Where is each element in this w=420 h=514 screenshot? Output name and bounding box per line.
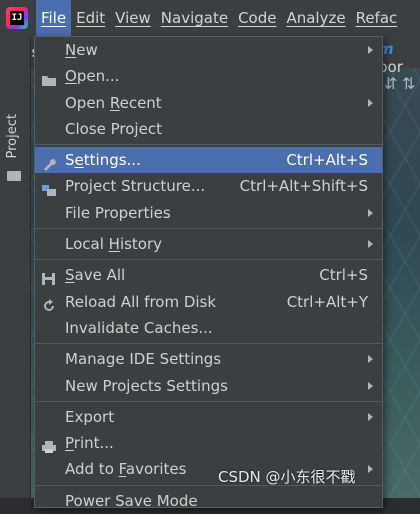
menu-item-print[interactable]: Print...	[35, 430, 382, 456]
menu-separator	[35, 400, 382, 402]
menu-item-open-recent[interactable]: Open Recent	[35, 90, 382, 116]
menu-code[interactable]: Code	[233, 0, 281, 36]
expand-icon[interactable]: ⇵	[384, 74, 397, 93]
file-menu-dropdown: New Open... Open Recent Close Project Settin…	[34, 36, 383, 510]
submenu-arrow-icon	[368, 381, 373, 390]
menu-item-manage-ide-settings[interactable]: Manage IDE Settings	[35, 346, 382, 372]
menu-item-label: New	[65, 41, 98, 59]
menu-item-label: Reload All from Disk	[65, 292, 217, 311]
left-tool-strip: Project	[0, 36, 31, 498]
menu-item-new[interactable]: New	[35, 37, 382, 63]
project-tool-tab[interactable]: Project	[5, 114, 20, 158]
menu-view[interactable]: View	[110, 0, 156, 36]
menu-separator	[35, 343, 382, 345]
menu-item-label: Export	[65, 407, 115, 426]
submenu-arrow-icon	[368, 412, 373, 421]
menu-item-shortcut: Ctrl+Alt+Shift+S	[239, 177, 368, 196]
menu-item-label: Power Save Mode	[65, 491, 198, 510]
menu-item-label: Close Project	[65, 119, 162, 138]
menu-navigate[interactable]: Navigate	[156, 0, 233, 36]
menu-item-label: Local History	[65, 235, 163, 254]
submenu-arrow-icon	[368, 46, 373, 54]
menu-edit[interactable]: Edit	[71, 0, 110, 36]
menu-item-label: Add to Favorites	[65, 460, 187, 479]
menu-separator	[35, 144, 382, 146]
menu-item-local-history[interactable]: Local History	[35, 231, 382, 257]
menu-item-label: Save All	[65, 266, 126, 285]
menu-item-settings[interactable]: Settings... Ctrl+Alt+S	[35, 147, 382, 174]
wrench-icon	[41, 153, 57, 172]
menu-item-label: Settings...	[65, 151, 141, 170]
reload-icon	[41, 295, 57, 311]
menu-item-reload-all-from-disk[interactable]: Reload All from Disk Ctrl+Alt+Y	[35, 289, 382, 315]
collapse-icon[interactable]: ⇅	[402, 74, 415, 93]
menu-item-shortcut: Ctrl+S	[319, 266, 368, 285]
menu-file[interactable]: File	[36, 0, 72, 36]
menu-separator	[35, 228, 382, 230]
menu-item-export[interactable]: Export	[35, 404, 382, 430]
menu-item-shortcut: Ctrl+Alt+S	[286, 151, 368, 170]
logo-letters: IJ	[10, 11, 24, 25]
menu-item-label: New Projects Settings	[65, 376, 228, 395]
submenu-arrow-icon	[368, 465, 373, 474]
menu-item-label: Print...	[65, 434, 114, 453]
submenu-arrow-icon	[368, 355, 373, 364]
menu-item-invalidate-caches[interactable]: Invalidate Caches...	[35, 315, 382, 341]
menu-item-open[interactable]: Open...	[35, 63, 382, 89]
folder-icon	[7, 171, 21, 181]
menu-item-label: Invalidate Caches...	[65, 318, 213, 337]
print-icon	[41, 436, 57, 454]
menu-analyze[interactable]: Analyze	[281, 0, 350, 36]
intellij-logo-icon[interactable]: IJ	[6, 7, 28, 29]
menu-item-label: Manage IDE Settings	[65, 350, 222, 369]
watermark: CSDN @小东很不戳	[218, 468, 356, 486]
menu-item-save-all[interactable]: Save All Ctrl+S	[35, 262, 382, 288]
menu-item-label: Open Recent	[65, 93, 162, 112]
menu-item-label: Open...	[65, 67, 120, 86]
menu-item-new-projects-settings[interactable]: New Projects Settings	[35, 373, 382, 399]
menu-item-project-structure[interactable]: Project Structure... Ctrl+Alt+Shift+S	[35, 173, 382, 199]
save-icon	[41, 268, 57, 286]
menu-bar: IJ File Edit View Navigate Code Analyze …	[0, 0, 420, 37]
menu-item-label: Project Structure...	[65, 177, 206, 196]
editor-tab-pom[interactable]: m por	[378, 40, 420, 76]
menu-separator	[35, 259, 382, 261]
menu-refactor[interactable]: Refac	[351, 0, 403, 36]
project-structure-icon	[41, 179, 57, 197]
menu-item-file-properties[interactable]: File Properties	[35, 200, 382, 226]
menu-item-shortcut: Ctrl+Alt+Y	[286, 292, 368, 311]
submenu-arrow-icon	[368, 240, 373, 249]
menu-item-label: File Properties	[65, 203, 171, 222]
folder-icon	[41, 69, 57, 87]
submenu-arrow-icon	[368, 208, 373, 217]
menu-item-close-project[interactable]: Close Project	[35, 116, 382, 142]
menu-item-power-save-mode[interactable]: Power Save Mode	[35, 488, 382, 514]
submenu-arrow-icon	[368, 98, 373, 107]
